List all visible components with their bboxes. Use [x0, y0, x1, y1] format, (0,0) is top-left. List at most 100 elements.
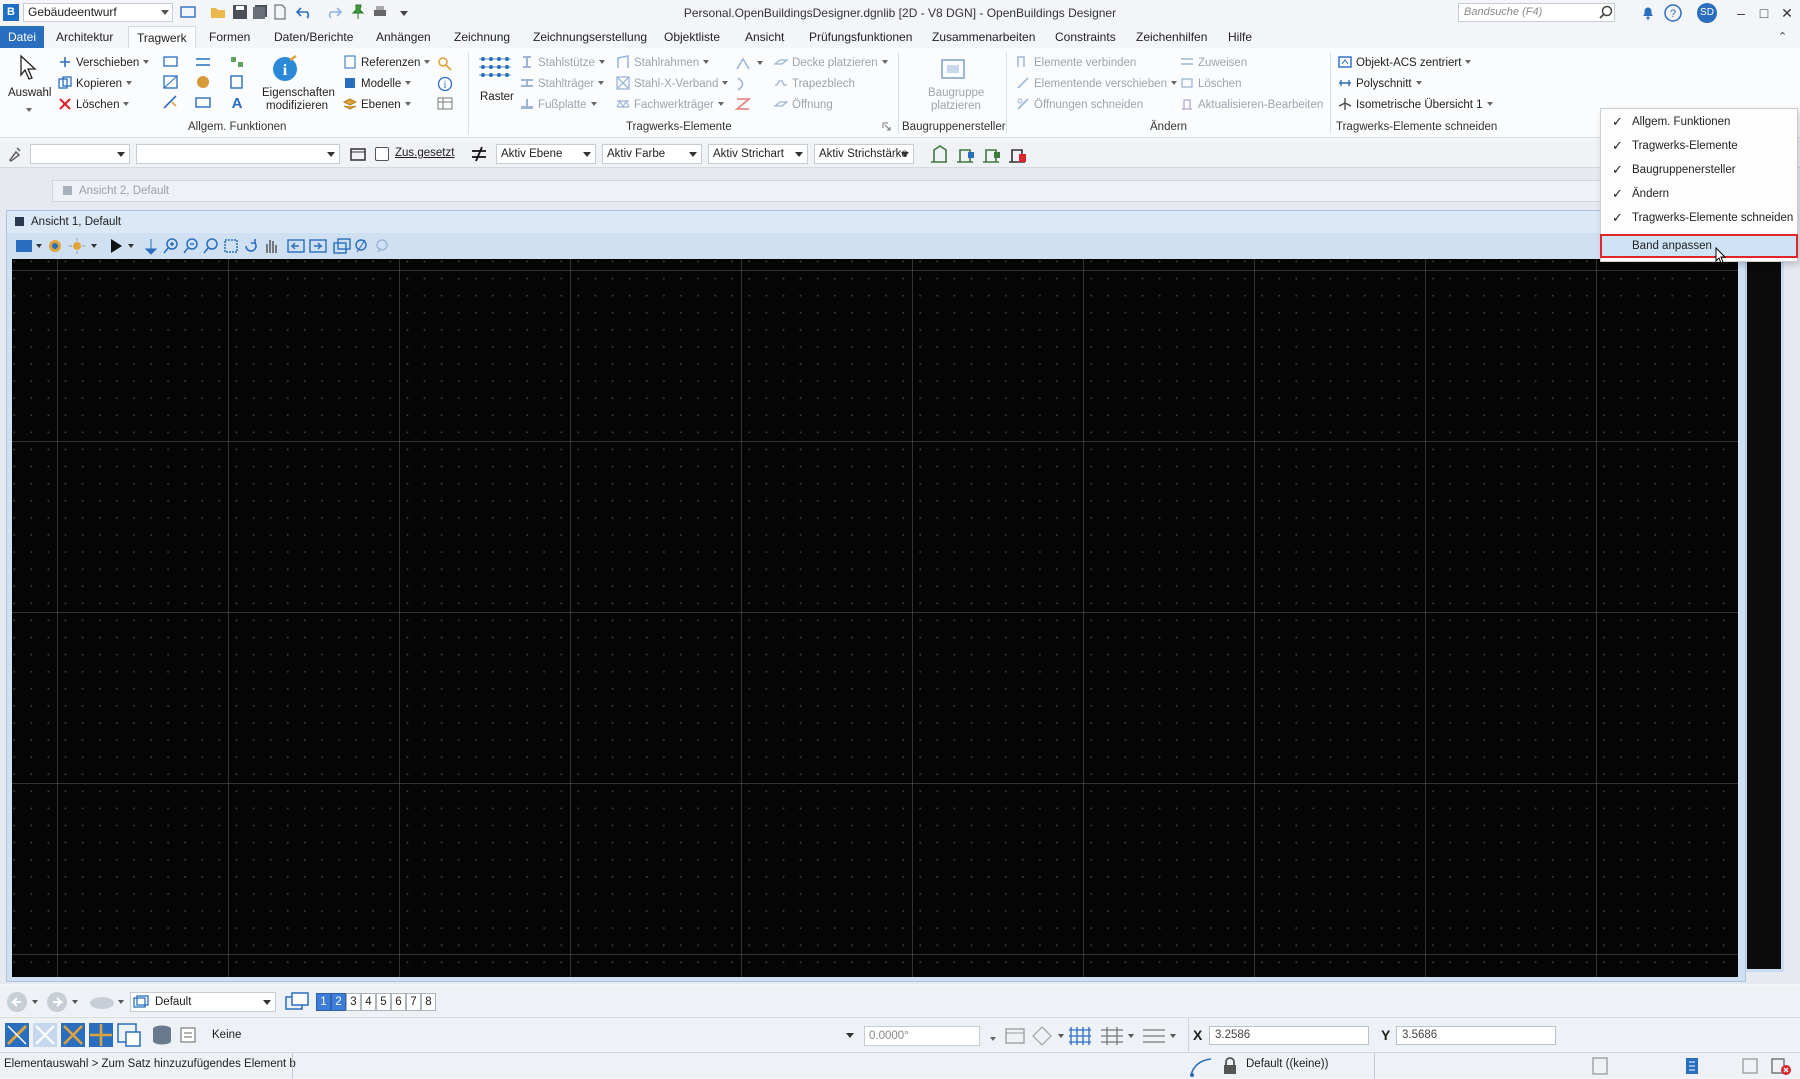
user-avatar[interactable]: SD — [1697, 3, 1717, 23]
view-toggle-6[interactable]: 6 — [391, 993, 406, 1011]
tab-architektur[interactable]: Architektur — [48, 26, 121, 48]
tab-daten-berichte[interactable]: Daten/Berichte — [266, 26, 361, 48]
next-view-icon[interactable] — [309, 237, 327, 255]
polyschnitt-button[interactable]: Polyschnitt — [1338, 75, 1422, 93]
fit-view-icon[interactable] — [223, 237, 239, 255]
lighting-icon[interactable] — [69, 238, 99, 254]
view-1-titlebar[interactable]: Ansicht 1, Default — [7, 211, 1745, 233]
undo-icon[interactable] — [296, 4, 312, 20]
save-all-icon[interactable] — [252, 4, 268, 20]
kopieren-button[interactable]: Kopieren — [58, 75, 133, 93]
pan-hand-icon[interactable] — [263, 237, 279, 255]
info-icon[interactable]: i — [437, 76, 453, 92]
accudraw-settings-icon[interactable] — [1140, 1024, 1180, 1048]
eigenschaften-button[interactable]: Eigenschaften — [262, 86, 335, 100]
find-icon[interactable] — [437, 56, 453, 72]
tab-anhaengen[interactable]: Anhängen — [368, 26, 439, 48]
objekt-acs-button[interactable]: Objekt-ACS zentriert — [1338, 54, 1472, 72]
stahl-x-verband-button[interactable]: Stahl-X-Verband — [616, 75, 729, 93]
dimension-tool-icon[interactable] — [194, 54, 212, 70]
zusgesetzt-checkbox[interactable] — [375, 147, 389, 161]
loeschen-profile-button[interactable]: Löschen — [1180, 75, 1241, 93]
app-icon[interactable]: B — [3, 4, 19, 21]
tab-datei[interactable]: Datei — [0, 26, 45, 48]
snap-mode-1-icon[interactable] — [4, 1022, 30, 1048]
fachwerktraeger-button[interactable]: Fachwerkträger — [616, 96, 724, 114]
error-status-icon[interactable] — [1770, 1056, 1792, 1076]
saved-views-icon[interactable] — [88, 992, 126, 1012]
tab-zeichenhilfen[interactable]: Zeichenhilfen — [1128, 26, 1215, 48]
ribbon-search-input[interactable]: Bandsuche (F4) — [1458, 3, 1615, 22]
tab-objektliste[interactable]: Objektliste — [656, 26, 728, 48]
database-icon[interactable] — [150, 1023, 174, 1047]
raster-button[interactable]: Raster — [480, 88, 514, 106]
place-assembly-icon[interactable] — [938, 54, 968, 84]
tab-tragwerk[interactable]: Tragwerk — [128, 26, 196, 48]
update-view-icon[interactable] — [143, 237, 159, 255]
print-status-icon[interactable] — [1740, 1056, 1760, 1076]
weld-icon[interactable] — [734, 96, 752, 112]
table-icon[interactable] — [437, 96, 453, 112]
view-settings-icon[interactable] — [373, 237, 391, 255]
drawing-canvas[interactable] — [12, 259, 1738, 977]
model-status-icon[interactable] — [1682, 1056, 1702, 1076]
view-toggle-5[interactable]: 5 — [376, 993, 391, 1011]
snap-mode-5-icon[interactable] — [116, 1022, 142, 1048]
copy-view-icon[interactable] — [333, 237, 351, 255]
rotate-view-icon[interactable] — [243, 237, 259, 255]
menu-item-aendern[interactable]: ✓ Ändern — [1601, 183, 1797, 205]
customize-quick-access-icon[interactable] — [396, 4, 412, 20]
zuweisen-button[interactable]: Zuweisen — [1180, 54, 1247, 72]
active-color-combo[interactable]: Aktiv Farbe — [602, 144, 702, 164]
view-2-menu-icon[interactable] — [63, 186, 72, 195]
pick-attributes-icon[interactable] — [8, 146, 22, 162]
element-template-icon[interactable] — [349, 146, 367, 162]
angle-input[interactable]: 0.0000° — [864, 1026, 980, 1046]
line-tool-icon[interactable] — [162, 54, 180, 70]
active-level-combo[interactable]: Aktiv Ebene — [496, 144, 596, 164]
loeschen-button[interactable]: Löschen — [58, 96, 130, 114]
member-icon[interactable] — [734, 76, 752, 92]
save-icon[interactable] — [232, 4, 248, 20]
menu-item-baugruppenersteller[interactable]: ✓ Baugruppenersteller — [1601, 159, 1797, 181]
lock-icon[interactable] — [1222, 1057, 1238, 1075]
open-folder-icon[interactable] — [210, 4, 226, 20]
y-coordinate-input[interactable]: 3.5686 — [1396, 1026, 1556, 1045]
element-template-combo[interactable] — [30, 144, 130, 164]
grid-lock-icon[interactable] — [1068, 1024, 1094, 1048]
polygon-tool-icon[interactable] — [162, 74, 180, 90]
menu-item-tragwerks-elemente-schneiden[interactable]: ✓ Tragwerks-Elemente schneiden — [1601, 207, 1797, 229]
dialog-launcher-icon[interactable] — [882, 122, 891, 131]
menu-item-allgem-funktionen[interactable]: ✓ Allgem. Funktionen — [1601, 111, 1797, 133]
pen-tool-icon[interactable] — [162, 94, 180, 110]
zoom-in-icon[interactable] — [163, 237, 179, 255]
modelle-button[interactable]: Modelle — [343, 75, 412, 93]
selection-arrow-icon[interactable] — [18, 54, 40, 80]
tab-zusammenarbeiten[interactable]: Zusammenarbeiten — [924, 26, 1043, 48]
forward-arrow-icon[interactable] — [46, 991, 80, 1013]
search-icon[interactable] — [1598, 5, 1614, 21]
view-toggle-7[interactable]: 7 — [406, 993, 421, 1011]
close-button[interactable]: ✕ — [1778, 4, 1796, 22]
minimize-button[interactable]: – — [1732, 4, 1750, 22]
active-linestyle-combo[interactable]: Aktiv Strichart — [708, 144, 808, 164]
attribute-lock-icon[interactable] — [470, 145, 488, 163]
tab-formen[interactable]: Formen — [201, 26, 258, 48]
design-file-status-icon[interactable] — [1590, 1056, 1610, 1076]
print-icon[interactable] — [372, 4, 388, 20]
tab-hilfe[interactable]: Hilfe — [1220, 26, 1260, 48]
structural-tool-1-icon[interactable] — [928, 144, 950, 164]
verschieben-button[interactable]: Verschieben — [58, 54, 150, 72]
element-selection-icon[interactable] — [109, 237, 139, 255]
level-combo[interactable]: Keine — [208, 1026, 858, 1046]
text-tool-icon[interactable]: A — [228, 94, 246, 110]
decke-platzieren-button[interactable]: Decke platzieren — [774, 54, 888, 72]
structural-tool-2-icon[interactable] — [954, 144, 976, 164]
snap-diamond-icon[interactable] — [1030, 1026, 1066, 1046]
trapezblech-button[interactable]: Trapezblech — [774, 75, 855, 93]
view-toggle-4[interactable]: 4 — [361, 993, 376, 1011]
notification-bell-icon[interactable] — [1640, 4, 1656, 20]
display-style-icon[interactable] — [47, 238, 65, 254]
snap-mode-4-icon[interactable] — [88, 1022, 114, 1048]
active-model-status[interactable]: Default ((keine)) — [1246, 1058, 1328, 1070]
